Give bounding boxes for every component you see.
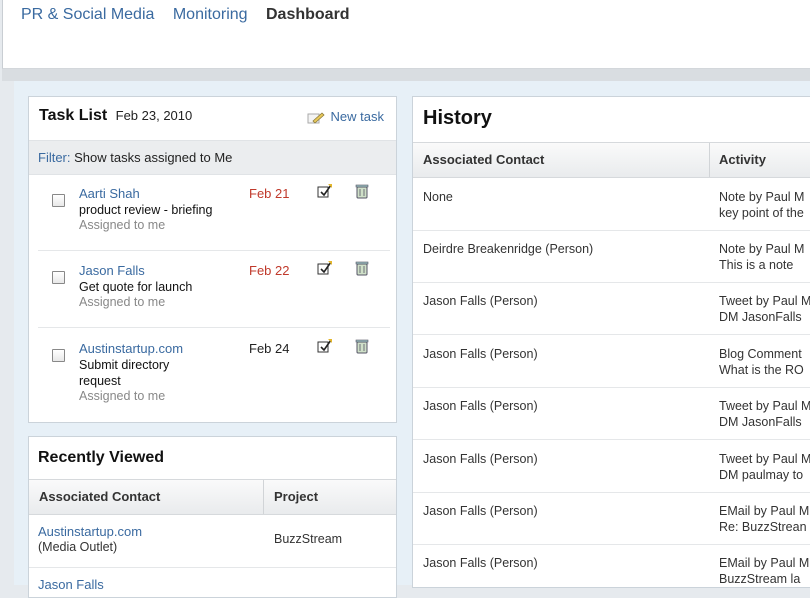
history-activity-detail: BuzzStream la: [719, 572, 801, 586]
history-contact: Jason Falls (Person): [423, 347, 538, 361]
history-contact: Jason Falls (Person): [423, 504, 538, 518]
task-row: Austinstartup.com Submit directory reque…: [38, 338, 390, 411]
task-due-date: Feb 22: [249, 263, 290, 278]
nav-pr-social-media[interactable]: PR & Social Media: [21, 6, 154, 23]
task-checkbox[interactable]: [52, 271, 65, 284]
recent-contact-link[interactable]: Austinstartup.com: [38, 524, 142, 539]
history-contact: Jason Falls (Person): [423, 556, 538, 570]
task-contact-link[interactable]: Aarti Shah: [79, 186, 140, 201]
history-row: Jason Falls (Person) EMail by Paul M BuzzS…: [413, 544, 810, 587]
delete-task-icon[interactable]: [354, 338, 370, 354]
filter-label: Filter:: [38, 150, 71, 165]
task-list-title: Task List: [39, 107, 108, 124]
delete-task-icon[interactable]: [354, 183, 370, 199]
recently-viewed-panel: Recently Viewed Associated Contact Proje…: [28, 436, 397, 598]
edit-task-icon[interactable]: [317, 260, 333, 276]
history-title: History: [423, 107, 492, 129]
task-list-panel: Task List Feb 23, 2010 New task Filter: …: [28, 96, 397, 423]
nav-monitoring[interactable]: Monitoring: [173, 6, 248, 23]
task-due-date: Feb 24: [249, 341, 290, 356]
edit-task-icon[interactable]: [317, 183, 333, 199]
history-activity-type: Tweet by Paul M: [719, 294, 810, 308]
table-row: Austinstartup.com (Media Outlet) BuzzStr…: [29, 515, 396, 568]
task-assignee: Assigned to me: [79, 218, 166, 232]
history-activity-type: EMail by Paul M: [719, 556, 810, 570]
history-row: Jason Falls (Person) Tweet by Paul M DM pa…: [413, 440, 810, 493]
column-associated-contact[interactable]: Associated Contact: [39, 480, 160, 514]
history-activity-type: Note by Paul M: [719, 242, 805, 256]
task-row: Aarti Shah product review - briefing Ass…: [38, 183, 390, 251]
column-project[interactable]: Project: [274, 480, 318, 514]
new-task-label: New task: [330, 109, 384, 124]
history-contact: None: [423, 190, 453, 204]
recently-viewed-header: Associated Contact Project: [29, 479, 396, 515]
table-row: Jason Falls: [29, 568, 396, 596]
history-activity-type: Tweet by Paul M: [719, 399, 810, 413]
task-checkbox[interactable]: [52, 194, 65, 207]
history-contact: Deirdre Breakenridge (Person): [423, 242, 594, 256]
task-assignee: Assigned to me: [79, 389, 166, 403]
column-divider: [263, 480, 264, 514]
task-list-header: Task List Feb 23, 2010: [39, 107, 192, 125]
history-activity-detail: key point of the: [719, 206, 804, 220]
task-filter-bar[interactable]: Filter: Show tasks assigned to Me: [29, 140, 396, 175]
history-row: Jason Falls (Person) Tweet by Paul M DM Ja…: [413, 387, 810, 440]
history-panel: History Associated Contact Activity None…: [412, 96, 810, 588]
history-activity-detail: This is a note: [719, 258, 794, 272]
history-activity-detail: Re: BuzzStrean: [719, 520, 807, 534]
dashboard-content: Task List Feb 23, 2010 New task Filter: …: [14, 81, 810, 598]
task-due-date: Feb 21: [249, 186, 290, 201]
pencil-icon: [307, 111, 325, 125]
history-row: Deirdre Breakenridge (Person) Note by Pau…: [413, 230, 810, 283]
task-checkbox[interactable]: [52, 349, 65, 362]
top-bar: PR & Social Media Monitoring Dashboard: [2, 0, 810, 69]
new-task-button[interactable]: New task: [307, 109, 384, 125]
history-activity-type: Blog Comment: [719, 347, 802, 361]
history-activity-type: Tweet by Paul M: [719, 452, 810, 466]
history-activity-detail: DM JasonFalls: [719, 310, 802, 324]
history-activity-type: EMail by Paul M: [719, 504, 810, 518]
delete-task-icon[interactable]: [354, 260, 370, 276]
history-row: Jason Falls (Person) Blog Comment What is …: [413, 335, 810, 388]
task-row: Jason Falls Get quote for launch Assigne…: [38, 260, 390, 328]
history-contact: Jason Falls (Person): [423, 399, 538, 413]
history-activity-detail: What is the RO: [719, 363, 804, 377]
task-list-date: Feb 23, 2010: [115, 108, 193, 123]
recent-contact-type: (Media Outlet): [38, 540, 118, 554]
history-row: Jason Falls (Person) EMail by Paul M Re: B…: [413, 492, 810, 545]
history-row: Jason Falls (Person) Tweet by Paul M DM Ja…: [413, 282, 810, 335]
recent-project: BuzzStream: [274, 532, 343, 546]
task-description: Get quote for launch: [79, 280, 193, 294]
task-description: Submit directory request: [79, 358, 170, 388]
history-contact: Jason Falls (Person): [423, 294, 538, 308]
history-activity-type: Note by Paul M: [719, 190, 805, 204]
header-divider: [2, 69, 810, 81]
filter-value[interactable]: Show tasks assigned to Me: [74, 150, 232, 165]
history-activity-detail: DM JasonFalls: [719, 415, 802, 429]
history-activity-detail: DM paulmay to: [719, 468, 804, 482]
task-assignee: Assigned to me: [79, 295, 166, 309]
history-header: Associated Contact Activity: [413, 142, 810, 178]
column-divider: [709, 143, 710, 177]
task-contact-link[interactable]: Austinstartup.com: [79, 341, 183, 356]
column-associated-contact[interactable]: Associated Contact: [423, 143, 544, 177]
nav-dashboard[interactable]: Dashboard: [266, 6, 350, 23]
column-activity[interactable]: Activity: [719, 143, 766, 177]
task-contact-link[interactable]: Jason Falls: [79, 263, 145, 278]
recently-viewed-title: Recently Viewed: [38, 449, 164, 466]
edit-task-icon[interactable]: [317, 338, 333, 354]
history-row: None Note by Paul M key point of the: [413, 178, 810, 231]
task-description: product review - briefing: [79, 203, 213, 217]
main-nav: PR & Social Media Monitoring Dashboard: [21, 6, 364, 24]
history-contact: Jason Falls (Person): [423, 452, 538, 466]
